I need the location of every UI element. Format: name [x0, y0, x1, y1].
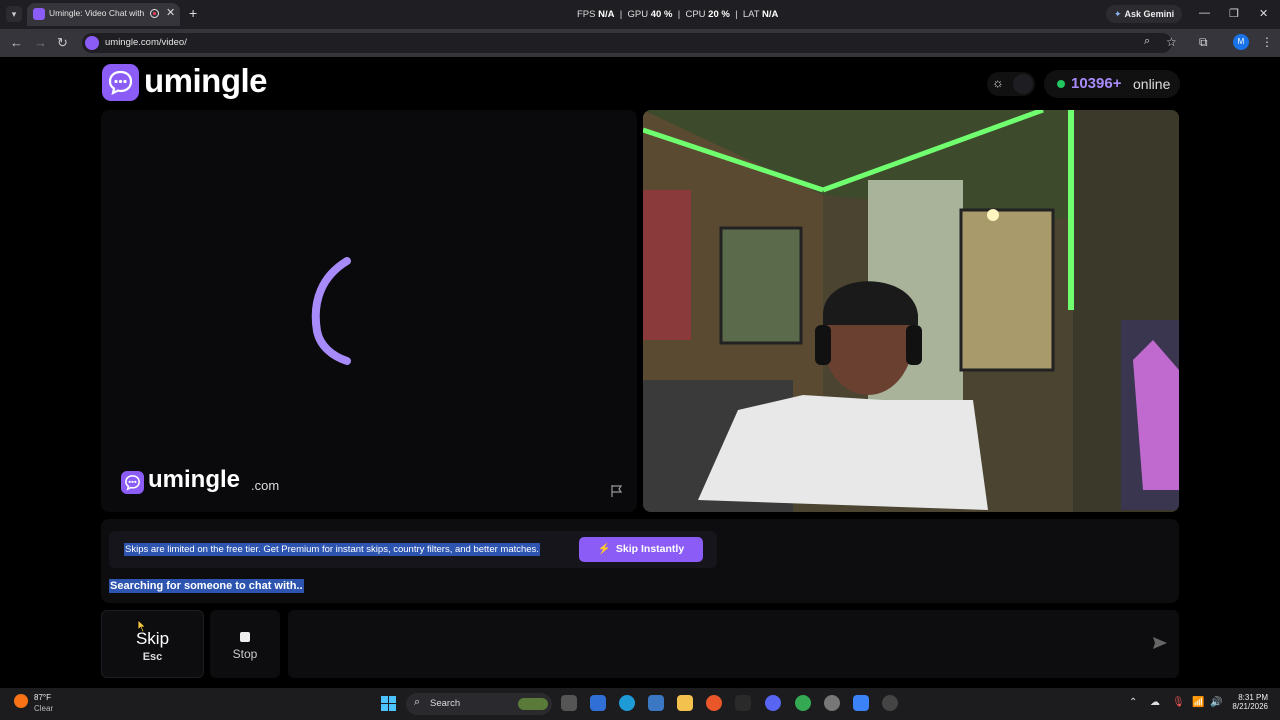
extensions-icon[interactable]: ⧉	[1199, 35, 1208, 50]
tab-close-icon[interactable]: ✕	[166, 6, 175, 19]
back-arrow-icon[interactable]: ←	[10, 35, 23, 50]
edge-browser-icon[interactable]	[619, 695, 635, 711]
browser-tab[interactable]: Umingle: Video Chat with Strangers ✕	[27, 3, 180, 26]
taskbar-search[interactable]: ⌕ Search	[406, 693, 552, 715]
chrome-icon[interactable]	[795, 695, 811, 711]
search-highlight-image	[518, 698, 548, 710]
browser-menu-icon[interactable]: ⋮	[1261, 35, 1273, 49]
send-icon[interactable]	[1152, 635, 1168, 651]
toggle-knob	[1013, 74, 1033, 94]
stop-label: Stop	[232, 647, 258, 661]
new-tab-button[interactable]: +	[189, 5, 197, 21]
skip-shortcut: Esc	[142, 651, 163, 663]
microphone-icon[interactable]: 🎙	[1172, 697, 1185, 708]
lat-label: LAT	[742, 9, 760, 20]
chat-log: Skips are limited on the free tier. Get …	[101, 519, 1179, 603]
stranger-video-panel: umingle .com	[101, 110, 637, 512]
tray-chevron-icon[interactable]: ⌃	[1129, 697, 1137, 708]
webcam-video-feed	[643, 110, 1179, 512]
bookmark-star-icon[interactable]: ☆	[1166, 35, 1177, 49]
site-info-icon[interactable]	[85, 36, 99, 50]
profile-avatar[interactable]: M	[1233, 34, 1249, 50]
ask-gemini-button[interactable]: ✦ Ask Gemini	[1106, 5, 1183, 23]
gemini-sparkle-icon: ✦	[1114, 9, 1122, 19]
skip-instantly-button[interactable]: ⚡ Skip Instantly	[579, 537, 703, 562]
skip-label: Skip	[135, 629, 170, 648]
premium-notice: Skips are limited on the free tier. Get …	[109, 531, 717, 568]
watermark-logo-icon	[121, 471, 144, 494]
weather-icon[interactable]	[14, 694, 28, 708]
message-input[interactable]	[298, 630, 1132, 660]
zoom-icon[interactable]: ⌕	[1144, 35, 1150, 48]
minimize-icon[interactable]: —	[1199, 7, 1210, 19]
file-explorer-icon[interactable]	[677, 695, 693, 711]
message-composer	[288, 610, 1179, 678]
onedrive-icon[interactable]: ☁	[1150, 697, 1160, 708]
skip-instantly-label: Skip Instantly	[615, 543, 685, 555]
url-bar[interactable]: umingle.com/video/ ⌕ ☆	[82, 33, 1177, 53]
site-favicon-icon	[33, 8, 45, 20]
stop-button[interactable]: Stop	[210, 610, 280, 678]
lightning-icon: ⚡	[597, 543, 611, 555]
skip-button[interactable]: Skip Esc	[101, 610, 204, 678]
store-app-icon[interactable]	[648, 695, 664, 711]
wifi-icon[interactable]: 📶	[1192, 697, 1204, 708]
browser-tab-bar: ▾ Umingle: Video Chat with Strangers ✕ +…	[0, 0, 1280, 29]
window-close-icon[interactable]: ✕	[1259, 7, 1268, 20]
windows-taskbar: 87°F Clear ⌕ Search ⌃ ☁ 🎙 📶 🔊 8:31 PM 8/…	[0, 688, 1280, 720]
task-view-icon[interactable]	[561, 695, 577, 711]
logo-text: umingle	[144, 62, 268, 99]
windows-start-icon[interactable]	[381, 696, 397, 712]
url-text: umingle.com/video/	[105, 37, 187, 48]
cpu-value: 20 %	[708, 9, 730, 20]
online-counter: 10396+ online	[1044, 70, 1180, 98]
search-status-text: Searching for someone to chat with..	[109, 579, 304, 593]
address-bar-row: ← → ↻ umingle.com/video/ ⌕ ☆ ⧉ M ⋮	[0, 29, 1280, 57]
performance-overlay: FPS N/A | GPU 40 % | CPU 20 % | LAT N/A	[577, 9, 779, 20]
forward-arrow-icon[interactable]: →	[34, 35, 47, 50]
online-label: online	[1133, 76, 1171, 92]
app-extra-icon[interactable]	[882, 695, 898, 711]
online-status-dot	[1057, 80, 1065, 88]
taskbar-search-label: Search	[430, 698, 461, 709]
watermark-text: umingle	[148, 466, 241, 493]
ask-gemini-label: Ask Gemini	[1124, 9, 1175, 19]
mouse-cursor-icon	[137, 619, 147, 633]
clock-time: 8:31 PM	[1238, 693, 1268, 702]
sun-icon: ☼	[992, 75, 1004, 90]
firefox-icon[interactable]	[706, 695, 722, 711]
weather-condition: Clear	[34, 704, 54, 713]
search-icon: ⌕	[414, 696, 421, 708]
online-count: 10396+	[1071, 75, 1122, 92]
mail-app-icon[interactable]	[590, 695, 606, 711]
chat-bubble-logo-icon	[102, 64, 139, 101]
premium-notice-text: Skips are limited on the free tier. Get …	[124, 543, 540, 556]
report-flag-icon[interactable]	[610, 484, 624, 498]
volume-icon[interactable]: 🔊	[1210, 697, 1222, 708]
fps-value: N/A	[598, 9, 615, 20]
tab-search-icon[interactable]: ▾	[6, 6, 22, 22]
fps-label: FPS	[577, 9, 596, 20]
theme-toggle[interactable]: ☼	[987, 72, 1035, 96]
gpu-label: GPU	[627, 9, 649, 20]
settings-gear-icon[interactable]	[824, 695, 840, 711]
tab-title: Umingle: Video Chat with Strangers	[49, 8, 144, 18]
epic-games-icon[interactable]	[735, 695, 751, 711]
loading-spinner-icon	[311, 257, 351, 365]
self-webcam-panel	[643, 110, 1179, 512]
weather-temp: 87°F	[34, 693, 51, 702]
recording-indicator-icon	[150, 9, 159, 18]
cpu-label: CPU	[685, 9, 706, 20]
clock-date: 8/21/2026	[1232, 702, 1268, 711]
app-blue-icon[interactable]	[853, 695, 869, 711]
watermark-domain: .com	[251, 478, 280, 493]
lat-value: N/A	[762, 9, 779, 20]
reload-icon[interactable]: ↻	[57, 35, 68, 51]
discord-icon[interactable]	[765, 695, 781, 711]
stop-square-icon	[240, 632, 250, 642]
taskbar-clock[interactable]: 8:31 PM 8/21/2026	[1230, 693, 1268, 711]
gpu-value: 40 %	[650, 9, 673, 20]
restore-icon[interactable]: ❐	[1229, 7, 1239, 20]
